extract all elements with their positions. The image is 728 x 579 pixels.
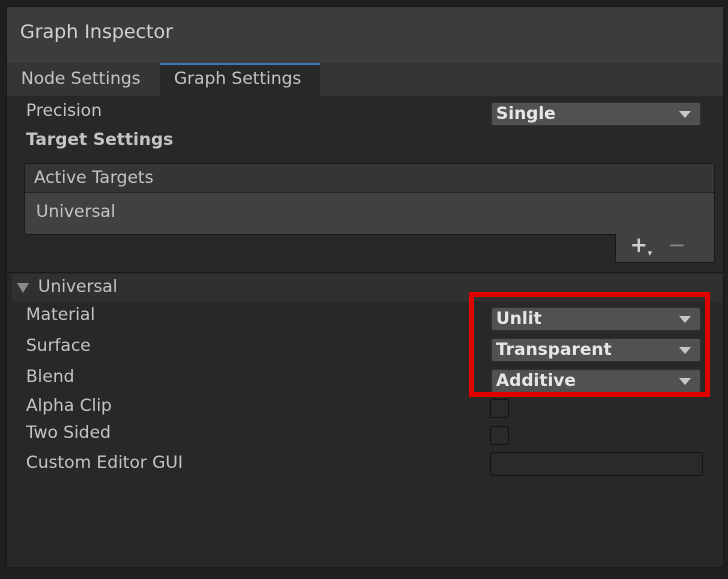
section-divider (7, 272, 723, 273)
material-label: Material (26, 305, 96, 325)
graph-inspector-panel: Graph Inspector Node Settings Graph Sett… (6, 6, 724, 568)
two-sided-checkbox[interactable] (490, 426, 509, 445)
precision-dropdown[interactable]: Single (491, 102, 701, 126)
surface-label: Surface (26, 336, 91, 356)
inspector-title: Graph Inspector (20, 21, 173, 43)
alpha-clip-checkbox[interactable] (490, 399, 509, 418)
inspector-header: Graph Inspector (7, 7, 723, 63)
plus-icon: + (630, 233, 648, 257)
active-targets-header-label: Active Targets (34, 168, 154, 188)
tab-node-settings[interactable]: Node Settings (7, 63, 160, 96)
remove-target-button[interactable]: − (668, 233, 686, 257)
precision-value: Single (496, 104, 556, 124)
chevron-down-icon (679, 111, 691, 118)
highlight-box (469, 292, 710, 397)
precision-label: Precision (26, 101, 102, 121)
tab-bar: Node Settings Graph Settings (7, 63, 723, 96)
active-targets-list: Active Targets Universal (24, 163, 715, 235)
active-targets-header: Active Targets (25, 164, 714, 193)
tab-graph-settings[interactable]: Graph Settings (160, 63, 320, 96)
add-target-button[interactable]: +▾ (630, 233, 652, 259)
alpha-clip-label: Alpha Clip (26, 396, 112, 416)
custom-editor-gui-field[interactable] (490, 452, 703, 476)
list-item[interactable]: Universal (36, 202, 115, 222)
list-add-remove-footer: +▾ − (615, 233, 715, 263)
custom-editor-gui-label: Custom Editor GUI (26, 453, 183, 473)
universal-foldout-label: Universal (38, 277, 118, 297)
blend-label: Blend (26, 367, 75, 387)
two-sided-label: Two Sided (26, 423, 111, 443)
foldout-expanded-icon (17, 283, 29, 293)
dropdown-indicator-icon: ▾ (647, 249, 653, 259)
target-settings-heading: Target Settings (26, 130, 174, 150)
